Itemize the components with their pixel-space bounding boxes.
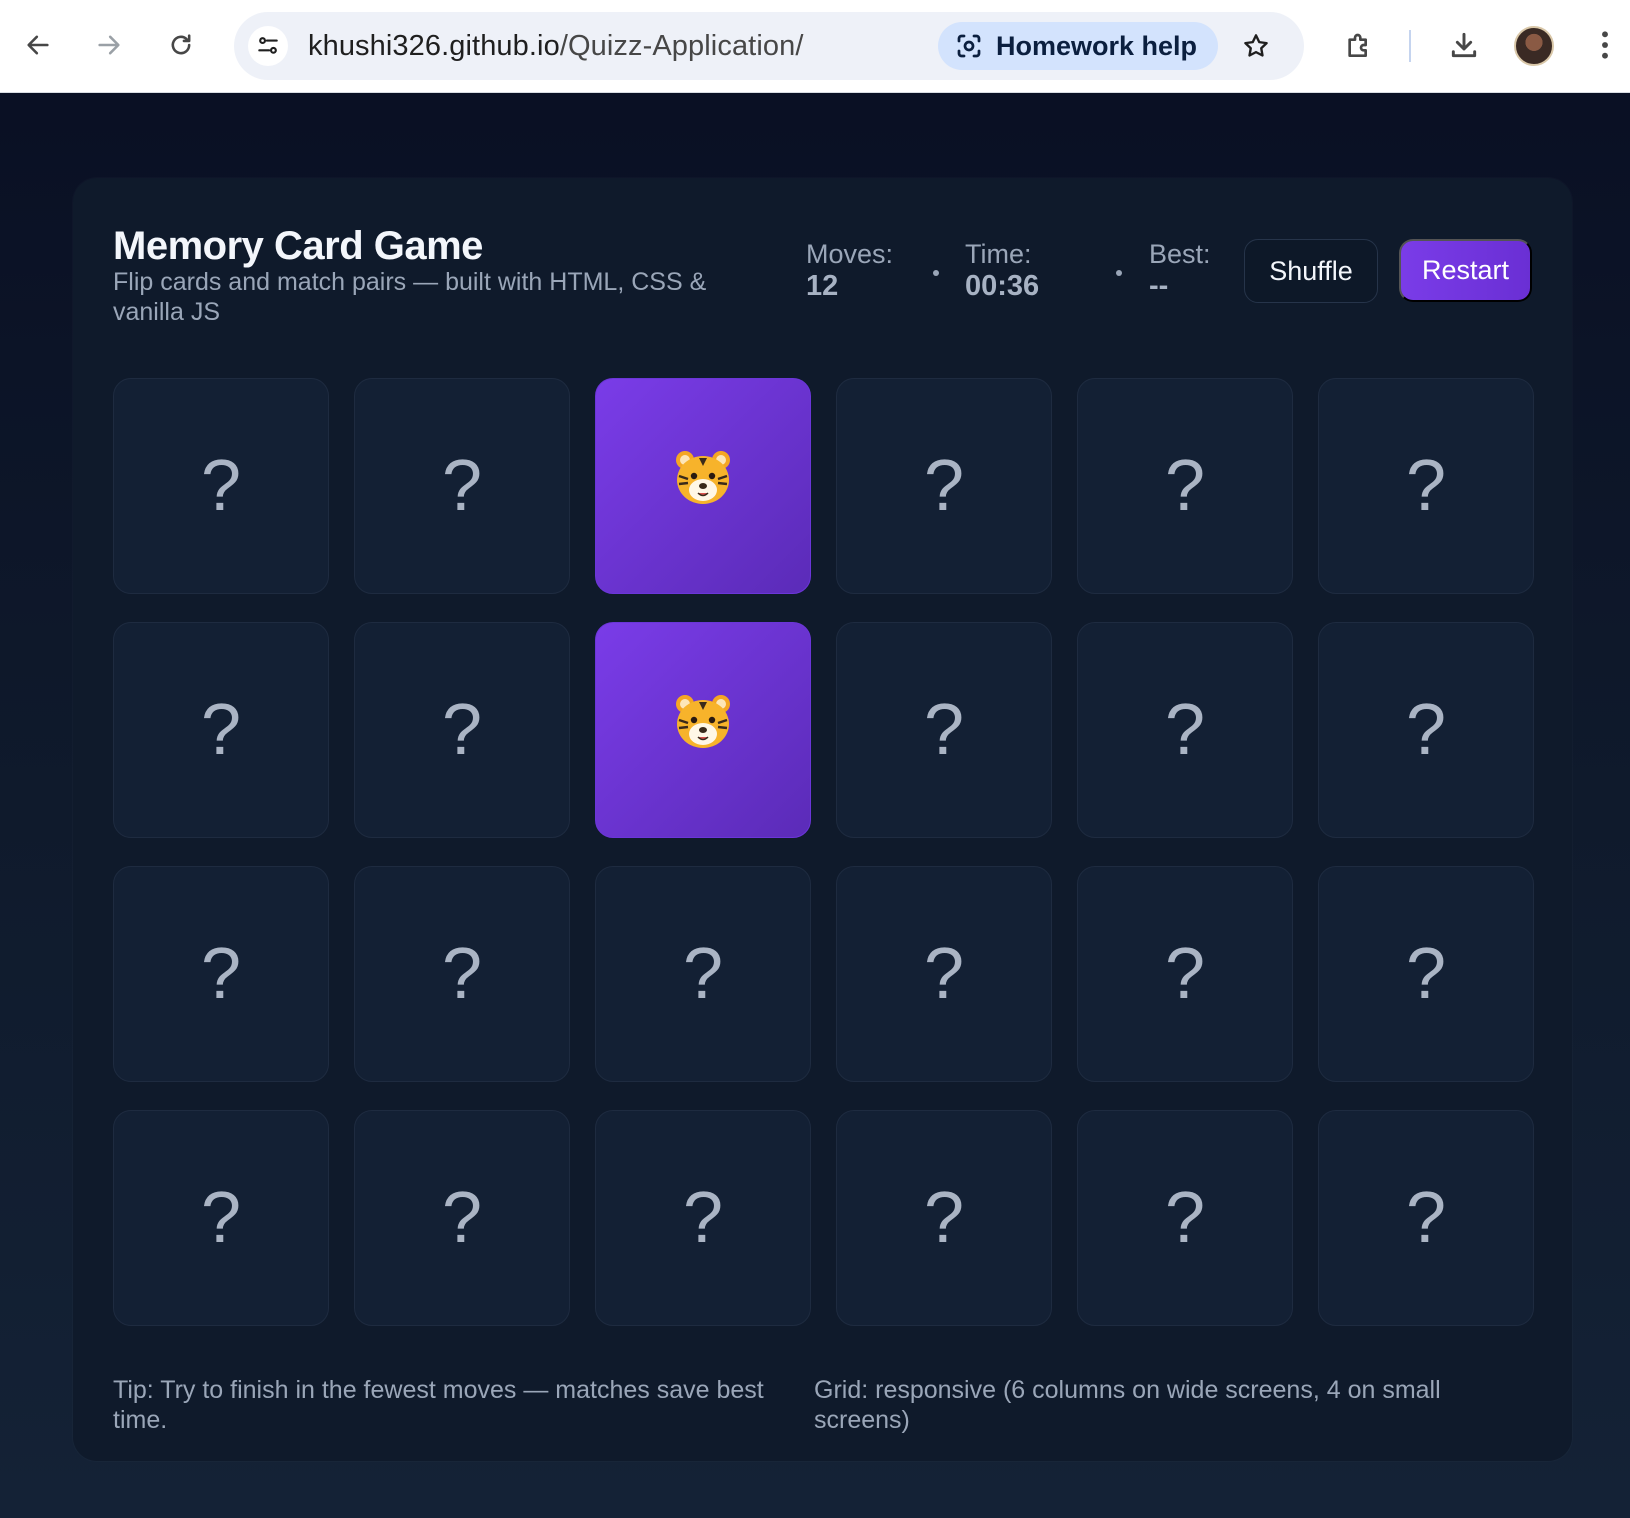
moves-stat: Moves: 12: [806, 238, 893, 302]
card-back-symbol: ?: [200, 1178, 242, 1258]
stat-separator: [933, 270, 939, 276]
site-info-button[interactable]: [248, 26, 288, 66]
card-back-symbol: ?: [1164, 934, 1206, 1014]
card-back-symbol: ?: [682, 1178, 724, 1258]
browser-toolbar: khushi326.github.io/Quizz-Application/ H…: [0, 0, 1630, 93]
page-title: Memory Card Game: [113, 224, 483, 268]
memory-card[interactable]: ?: [595, 866, 811, 1082]
time-label: Time:: [965, 239, 1032, 269]
memory-card[interactable]: ?: [1318, 866, 1534, 1082]
best-value: --: [1149, 270, 1169, 302]
memory-card[interactable]: ?: [836, 378, 1052, 594]
time-stat: Time: 00:36: [965, 238, 1039, 302]
card-back-symbol: ?: [1405, 1178, 1447, 1258]
card-back-symbol: ?: [200, 690, 242, 770]
memory-card[interactable]: ?: [354, 378, 570, 594]
card-back-symbol: ?: [1405, 446, 1447, 526]
card-back-symbol: ?: [200, 934, 242, 1014]
memory-card[interactable]: ?: [113, 378, 329, 594]
restart-button[interactable]: Restart: [1399, 239, 1532, 302]
reload-button[interactable]: [158, 22, 204, 68]
tiger-icon: [671, 689, 735, 771]
memory-card[interactable]: ?: [354, 866, 570, 1082]
site-info-icon: [258, 37, 278, 54]
best-label: Best:: [1149, 239, 1211, 269]
forward-button[interactable]: [86, 22, 132, 68]
back-button[interactable]: [15, 22, 61, 68]
moves-value: 12: [806, 270, 839, 302]
card-grid: ??????????????????????: [113, 378, 1534, 1326]
memory-card[interactable]: ?: [1077, 1110, 1293, 1326]
reload-icon: [171, 34, 191, 55]
card-back-symbol: ?: [923, 934, 965, 1014]
memory-card[interactable]: ?: [113, 622, 329, 838]
card-back-symbol: ?: [441, 446, 483, 526]
card-back-symbol: ?: [441, 934, 483, 1014]
grid-note: Grid: responsive (6 columns on wide scre…: [814, 1376, 1441, 1434]
tip-text: Tip: Try to finish in the fewest moves —…: [113, 1376, 764, 1434]
card-back-symbol: ?: [200, 446, 242, 526]
memory-card-flipped[interactable]: [595, 622, 811, 838]
card-back-symbol: ?: [441, 690, 483, 770]
memory-card[interactable]: ?: [1077, 622, 1293, 838]
card-back-symbol: ?: [923, 690, 965, 770]
card-back-symbol: ?: [923, 446, 965, 526]
page-subtitle: Flip cards and match pairs — built with …: [113, 268, 707, 326]
memory-card[interactable]: ?: [1077, 378, 1293, 594]
game-panel: Memory Card Game Flip cards and match pa…: [73, 178, 1572, 1461]
card-back-symbol: ?: [1164, 1178, 1206, 1258]
extensions-icon: [1348, 33, 1367, 57]
avatar[interactable]: [1514, 26, 1554, 66]
shuffle-button[interactable]: Shuffle: [1244, 239, 1378, 303]
memory-card[interactable]: ?: [354, 1110, 570, 1326]
url-path: /Quizz-Application/: [559, 30, 804, 62]
memory-card[interactable]: ?: [113, 1110, 329, 1326]
memory-card[interactable]: ?: [354, 622, 570, 838]
url-text[interactable]: khushi326.github.io/Quizz-Application/: [308, 30, 803, 63]
time-value: 00:36: [965, 270, 1040, 302]
memory-card[interactable]: ?: [1077, 866, 1293, 1082]
memory-card[interactable]: ?: [836, 1110, 1052, 1326]
extensions-button[interactable]: [1336, 22, 1382, 68]
kebab-menu-icon: [1602, 31, 1608, 59]
memory-card[interactable]: ?: [1318, 378, 1534, 594]
menu-button[interactable]: [1585, 22, 1625, 68]
lens-icon: [957, 34, 981, 58]
memory-card[interactable]: ?: [1318, 1110, 1534, 1326]
memory-card[interactable]: ?: [1318, 622, 1534, 838]
homework-help-label: Homework help: [996, 30, 1198, 61]
url-host: khushi326.github.io: [308, 30, 560, 62]
card-back-symbol: ?: [441, 1178, 483, 1258]
memory-card-flipped[interactable]: [595, 378, 811, 594]
stat-separator: [1116, 270, 1122, 276]
card-back-symbol: ?: [1405, 934, 1447, 1014]
card-back-symbol: ?: [1164, 446, 1206, 526]
card-back-symbol: ?: [923, 1178, 965, 1258]
best-stat: Best: --: [1149, 238, 1211, 302]
star-icon: [1244, 34, 1268, 57]
bookmark-button[interactable]: [1234, 24, 1278, 68]
memory-card[interactable]: ?: [836, 866, 1052, 1082]
homework-help-chip[interactable]: Homework help: [938, 22, 1218, 70]
card-back-symbol: ?: [1405, 690, 1447, 770]
address-bar[interactable]: khushi326.github.io/Quizz-Application/ H…: [234, 12, 1304, 80]
page-background: Memory Card Game Flip cards and match pa…: [0, 93, 1630, 1518]
download-button[interactable]: [1441, 22, 1487, 68]
memory-card[interactable]: ?: [595, 1110, 811, 1326]
memory-card[interactable]: ?: [113, 866, 329, 1082]
forward-arrow-icon: [98, 35, 120, 55]
card-back-symbol: ?: [682, 934, 724, 1014]
moves-label: Moves:: [806, 239, 894, 269]
download-icon: [1451, 32, 1477, 58]
tiger-icon: [671, 445, 735, 527]
memory-card[interactable]: ?: [836, 622, 1052, 838]
back-arrow-icon: [27, 35, 49, 55]
card-back-symbol: ?: [1164, 690, 1206, 770]
toolbar-divider: [1409, 30, 1411, 62]
